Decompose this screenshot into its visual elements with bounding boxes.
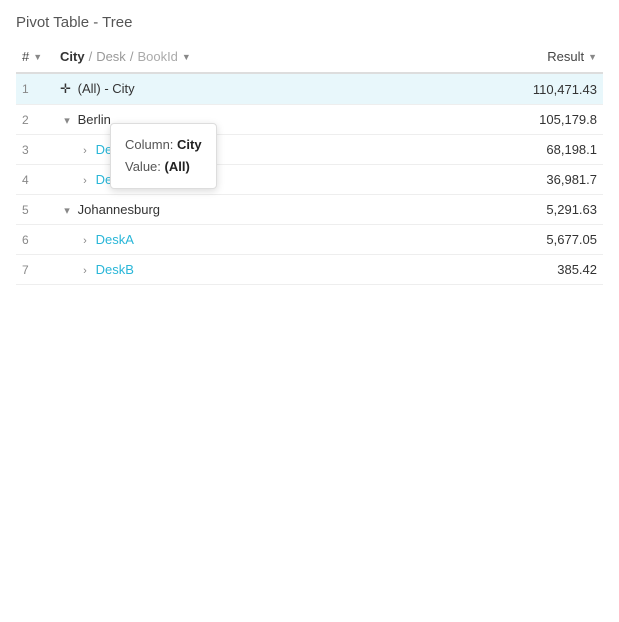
expand-icon[interactable]: › bbox=[78, 175, 92, 187]
table-row: 2▾ Berlin105,179.8 bbox=[16, 105, 603, 135]
table-row: 7› DeskB385.42 bbox=[16, 255, 603, 285]
col-header-result[interactable]: Result ▼ bbox=[493, 41, 603, 73]
table-row: 1✛ (All) - City110,471.43 bbox=[16, 73, 603, 105]
desk-link[interactable]: DeskA bbox=[96, 232, 134, 247]
col-header-num[interactable]: # ▼ bbox=[16, 41, 54, 73]
row-num: 1 bbox=[16, 73, 54, 105]
row-city: ▾ Johannesburg bbox=[54, 195, 493, 225]
col-sep: / bbox=[89, 49, 93, 64]
city-sort-icon: ▼ bbox=[182, 52, 191, 62]
city-header-label: City bbox=[60, 49, 85, 64]
row-num: 6 bbox=[16, 225, 54, 255]
row-num: 2 bbox=[16, 105, 54, 135]
expand-icon[interactable]: › bbox=[78, 145, 92, 157]
row-result: 5,291.63 bbox=[493, 195, 603, 225]
expand-icon[interactable]: ▾ bbox=[60, 204, 74, 217]
city-label: Johannesburg bbox=[78, 202, 160, 217]
row-num: 5 bbox=[16, 195, 54, 225]
row-num: 7 bbox=[16, 255, 54, 285]
row-result: 385.42 bbox=[493, 255, 603, 285]
row-city[interactable]: › DeskB bbox=[54, 255, 493, 285]
row-result: 36,981.7 bbox=[493, 165, 603, 195]
col-sep2: / bbox=[130, 49, 134, 64]
city-label: Berlin bbox=[78, 112, 111, 127]
row-result: 68,198.1 bbox=[493, 135, 603, 165]
row-result: 105,179.8 bbox=[493, 105, 603, 135]
row-city[interactable]: › DeskA bbox=[54, 225, 493, 255]
bookid-header-label: BookId bbox=[137, 49, 177, 64]
row-result: 110,471.43 bbox=[493, 73, 603, 105]
table-row: 5▾ Johannesburg5,291.63 bbox=[16, 195, 603, 225]
col-header-city[interactable]: City / Desk / BookId ▼ bbox=[54, 41, 493, 73]
desk-header-label: Desk bbox=[96, 49, 126, 64]
expand-icon[interactable]: › bbox=[78, 235, 92, 247]
row-result: 5,677.05 bbox=[493, 225, 603, 255]
row-num: 3 bbox=[16, 135, 54, 165]
cursor-icon: ✛ bbox=[60, 81, 74, 97]
row-city[interactable]: › DeskB bbox=[54, 165, 493, 195]
desk-link[interactable]: DeskB bbox=[96, 262, 134, 277]
desk-link[interactable]: DeskA bbox=[96, 142, 134, 157]
result-sort-icon: ▼ bbox=[588, 52, 597, 62]
table-row: 6› DeskA5,677.05 bbox=[16, 225, 603, 255]
row-city: ▾ Berlin bbox=[54, 105, 493, 135]
expand-icon[interactable]: › bbox=[78, 265, 92, 277]
row-city: ✛ (All) - City bbox=[54, 73, 493, 105]
desk-link[interactable]: DeskB bbox=[96, 172, 134, 187]
num-header-label: # bbox=[22, 49, 29, 64]
expand-icon[interactable]: ▾ bbox=[60, 114, 74, 127]
page-title: Pivot Table - Tree bbox=[0, 0, 619, 41]
result-header-label: Result bbox=[547, 49, 584, 64]
table-row: 3› DeskA68,198.1 bbox=[16, 135, 603, 165]
table-row: 4› DeskB36,981.7 bbox=[16, 165, 603, 195]
row-city[interactable]: › DeskA bbox=[54, 135, 493, 165]
num-sort-icon: ▼ bbox=[33, 52, 42, 62]
city-label: (All) - City bbox=[78, 81, 135, 96]
row-num: 4 bbox=[16, 165, 54, 195]
